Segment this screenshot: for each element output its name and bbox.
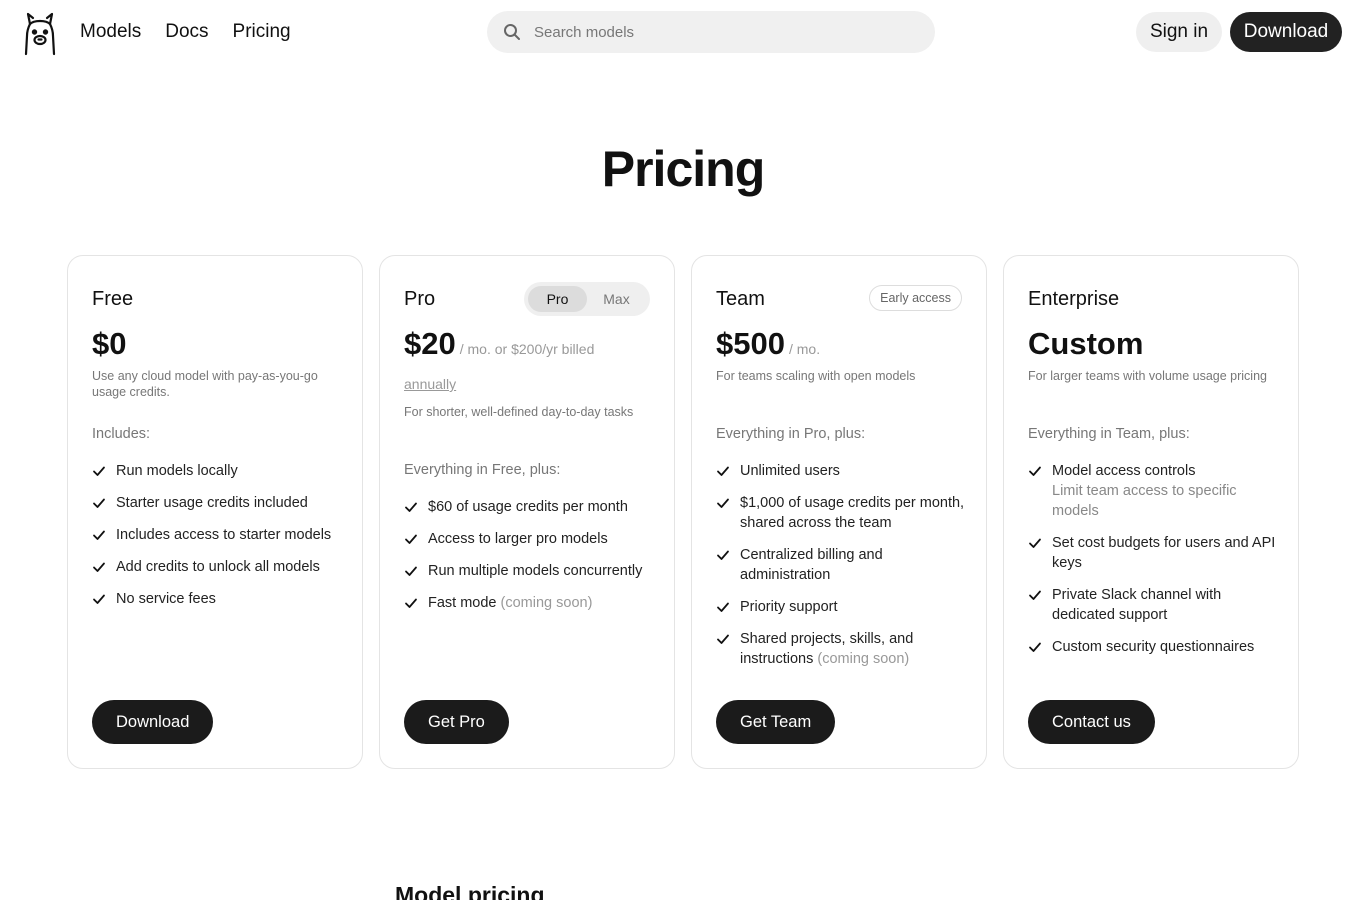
download-button[interactable]: Download [1230, 12, 1342, 52]
plan-price: Custom [1028, 326, 1144, 361]
check-icon [405, 502, 417, 512]
feature-list: Unlimited users $1,000 of usage credits … [716, 461, 966, 681]
nav-pricing-link[interactable]: Pricing [233, 20, 291, 44]
plan-includes-label: Includes: [92, 426, 151, 442]
nav-docs-link[interactable]: Docs [165, 20, 208, 44]
feature-item: Centralized billing and administration [716, 545, 966, 585]
plan-description: For teams scaling with open models [716, 369, 916, 383]
annually-link[interactable]: annually [404, 376, 456, 392]
check-icon [717, 634, 729, 644]
plan-tier-toggle: Pro Max [524, 282, 650, 316]
check-icon [1029, 590, 1041, 600]
download-plan-button[interactable]: Download [92, 700, 214, 744]
plan-name: Enterprise [1028, 288, 1120, 310]
plan-description: Use any cloud model with pay-as-you-go u… [92, 369, 318, 399]
feature-item: Unlimited users [716, 461, 966, 481]
plan-includes-label: Everything in Team, plus: [1028, 426, 1190, 442]
plan-name: Team [716, 288, 765, 310]
plan-price: $500 [716, 326, 785, 361]
get-pro-button[interactable]: Get Pro [404, 700, 509, 744]
main-nav: Models Docs Pricing [80, 20, 291, 44]
check-icon [93, 562, 105, 572]
check-icon [93, 594, 105, 604]
feature-item: Add credits to unlock all models [92, 557, 342, 577]
check-icon [717, 550, 729, 560]
plan-price-note: / mo. or $200/yr billed [459, 341, 595, 357]
plan-description: For larger teams with volume usage prici… [1028, 369, 1267, 383]
get-team-button[interactable]: Get Team [716, 700, 836, 744]
early-access-badge: Early access [869, 285, 962, 311]
feature-item: Set cost budgets for users and API keys [1028, 533, 1278, 573]
check-icon [1029, 642, 1041, 652]
plan-price-row: $500/ mo. [716, 326, 820, 362]
feature-item: Includes access to starter models [92, 525, 342, 545]
feature-item: Run multiple models concurrently [404, 561, 654, 581]
nav-models-link[interactable]: Models [80, 20, 141, 44]
feature-item: Priority support [716, 597, 966, 617]
feature-item: Custom security questionnaires [1028, 637, 1278, 657]
plan-price: $20 [404, 326, 456, 361]
check-icon [717, 602, 729, 612]
check-icon [93, 498, 105, 508]
plan-price-row: $20/ mo. or $200/yr billed [404, 326, 594, 362]
feature-item: Fast mode (coming soon) [404, 593, 654, 613]
feature-item: Starter usage credits included [92, 493, 342, 513]
plan-price: $0 [92, 326, 127, 361]
search-icon [504, 24, 520, 40]
plan-card-free: Free $0 Use any cloud model with pay-as-… [67, 255, 363, 769]
feature-item: $1,000 of usage credits per month, share… [716, 493, 966, 533]
coming-soon-note: (coming soon) [817, 651, 910, 667]
coming-soon-note: (coming soon) [500, 595, 593, 611]
plan-card-enterprise: Enterprise Custom For larger teams with … [1003, 255, 1299, 769]
plan-includes-label: Everything in Free, plus: [404, 462, 561, 478]
feature-item: Run models locally [92, 461, 342, 481]
check-icon [93, 530, 105, 540]
feature-item: Model access controls Limit team access t… [1028, 461, 1278, 521]
plan-description: For shorter, well-defined day-to-day tas… [404, 405, 634, 419]
check-icon [1029, 538, 1041, 548]
search-placeholder: Search models [534, 23, 635, 41]
check-icon [93, 466, 105, 476]
page-title: Pricing [601, 141, 765, 197]
model-pricing-heading: Model pricing [395, 882, 545, 900]
feature-item: Shared projects, skills, and instruction… [716, 629, 966, 669]
check-icon [405, 598, 417, 608]
check-icon [405, 566, 417, 576]
feature-item: Access to larger pro models [404, 529, 654, 549]
plan-card-team: Team Early access $500/ mo. For teams sc… [691, 255, 987, 769]
check-icon [717, 466, 729, 476]
llama-logo-icon[interactable] [22, 10, 58, 56]
contact-us-button[interactable]: Contact us [1028, 700, 1155, 744]
toggle-option-pro[interactable]: Pro [528, 286, 587, 312]
feature-item: Private Slack channel with dedicated sup… [1028, 585, 1278, 625]
feature-item: No service fees [92, 589, 342, 609]
plan-price-note: / mo. [788, 341, 821, 357]
plan-name: Pro [404, 288, 436, 310]
check-icon [405, 534, 417, 544]
search-input[interactable]: Search models [487, 11, 935, 53]
toggle-option-max[interactable]: Max [587, 286, 646, 312]
feature-list: Run models locally Starter usage credits… [92, 461, 342, 621]
sign-in-button[interactable]: Sign in [1136, 12, 1222, 52]
plan-includes-label: Everything in Pro, plus: [716, 426, 866, 442]
feature-item: $60 of usage credits per month [404, 497, 654, 517]
check-icon [717, 498, 729, 508]
plan-name: Free [92, 288, 134, 310]
plan-card-pro: Pro Pro Max $20/ mo. or $200/yr billed a… [379, 255, 675, 769]
feature-sub-text: Limit team access to specific models [1052, 483, 1237, 519]
feature-list: $60 of usage credits per month Access to… [404, 497, 654, 625]
check-icon [1029, 466, 1041, 476]
feature-list: Model access controls Limit team access t… [1028, 461, 1278, 669]
